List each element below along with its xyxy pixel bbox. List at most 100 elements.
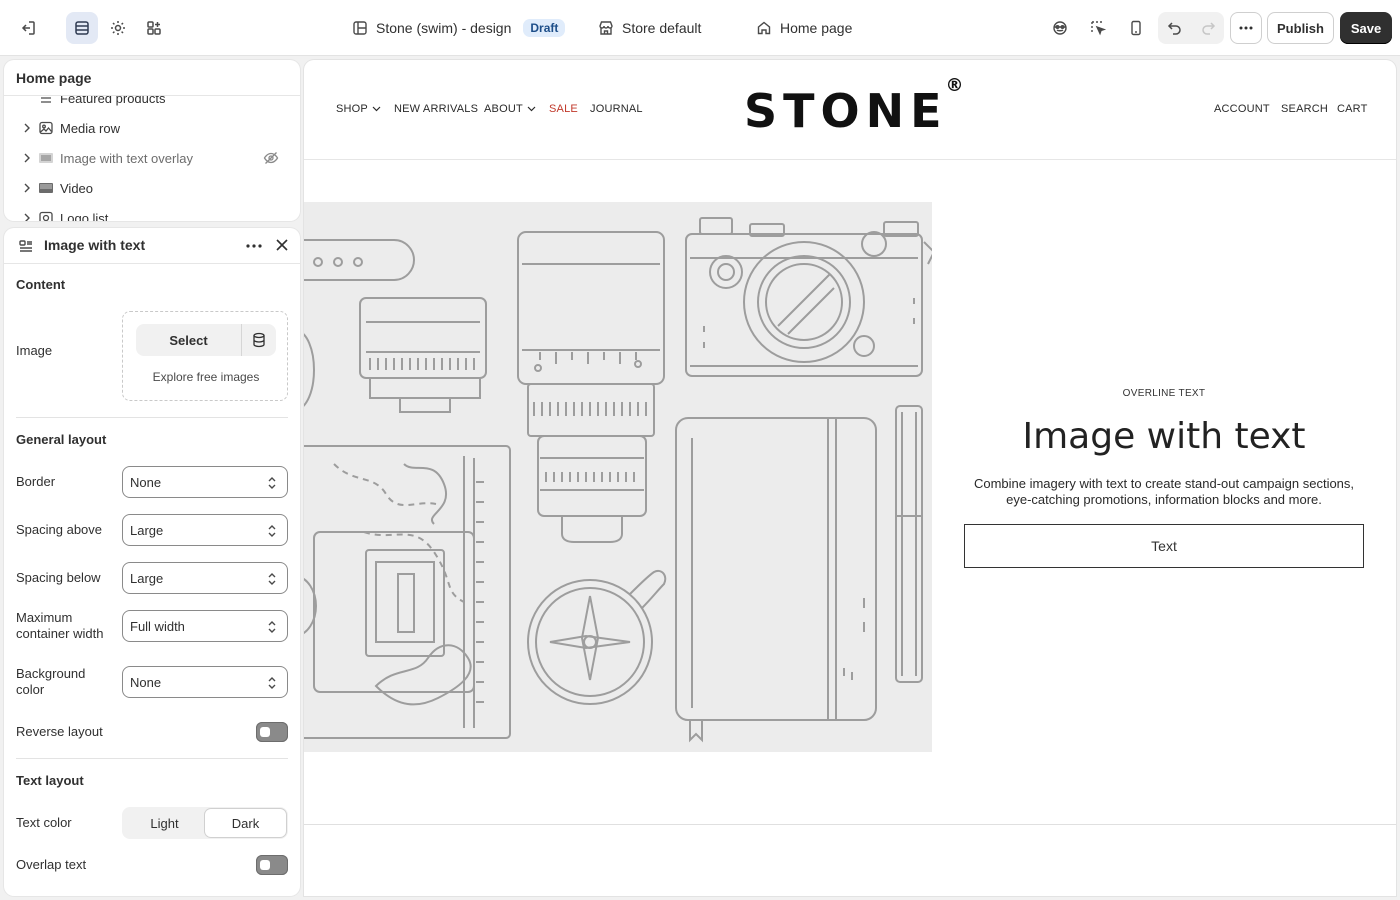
- background-color-value: None: [130, 674, 162, 690]
- chevron-right-icon[interactable]: [22, 182, 32, 194]
- sections-icon[interactable]: [66, 12, 98, 44]
- image-picker-buttons: Select: [136, 324, 276, 356]
- section-item-image-with-text-overlay[interactable]: Image with text overlay: [4, 143, 300, 173]
- max-width-value: Full width: [130, 618, 185, 634]
- divider: [16, 758, 288, 759]
- store-icon: [599, 21, 613, 35]
- video-thumbnail-icon: [39, 183, 53, 193]
- theme-name: Stone (swim) - design: [376, 20, 512, 36]
- close-icon[interactable]: [274, 237, 290, 253]
- border-label: Border: [16, 474, 56, 489]
- logo-text: STONE: [744, 84, 948, 138]
- section-item-label: Video: [60, 181, 94, 196]
- save-button[interactable]: Save: [1340, 12, 1392, 44]
- storefront-preview: SHOP NEW ARRIVALS ABOUT SALE JOURNAL STO…: [304, 60, 1396, 896]
- spacing-above-select[interactable]: Large: [122, 514, 288, 546]
- layout-icon: [353, 21, 367, 35]
- reverse-layout-label: Reverse layout: [16, 724, 103, 739]
- database-icon[interactable]: [242, 324, 276, 356]
- image-icon: [39, 121, 53, 135]
- nav-shop[interactable]: SHOP: [336, 103, 381, 115]
- select-arrows-icon: [268, 573, 276, 585]
- chevron-down-icon: [527, 106, 536, 112]
- max-width-select[interactable]: Full width: [122, 610, 288, 642]
- store-header: SHOP NEW ARRIVALS ABOUT SALE JOURNAL STO…: [304, 60, 1396, 160]
- nav-about[interactable]: ABOUT: [484, 103, 536, 115]
- nav-cart[interactable]: CART: [1337, 103, 1368, 115]
- section-item-logo-list[interactable]: Logo list: [4, 203, 300, 221]
- section-settings-panel: Image with text Content Image Select Exp…: [4, 228, 300, 896]
- apps-icon[interactable]: [138, 12, 170, 44]
- text-layout-heading: Text layout: [16, 773, 84, 788]
- max-width-label: Maximum container width: [16, 610, 104, 641]
- select-image-button[interactable]: Select: [136, 324, 242, 356]
- text-color-dark-option[interactable]: Dark: [205, 809, 286, 837]
- settings-title: Image with text: [44, 237, 146, 253]
- section-tree-panel: Home page Featured products Media row Im…: [4, 60, 300, 221]
- store-logo[interactable]: STONE®: [744, 75, 964, 138]
- store-label: Store default: [622, 20, 702, 36]
- chevron-right-icon[interactable]: [22, 212, 32, 221]
- exit-icon[interactable]: [12, 12, 44, 44]
- eye-hidden-icon[interactable]: [263, 150, 279, 166]
- list-icon: [41, 97, 51, 103]
- section-item-video[interactable]: Video: [4, 173, 300, 203]
- spacing-below-label: Spacing below: [16, 570, 101, 585]
- text-color-label: Text color: [16, 815, 72, 830]
- spacing-above-label: Spacing above: [16, 522, 103, 537]
- background-color-select[interactable]: None: [122, 666, 288, 698]
- publish-button[interactable]: Publish: [1267, 12, 1334, 44]
- spacing-below-select[interactable]: Large: [122, 562, 288, 594]
- page-selector[interactable]: Home page: [756, 0, 852, 56]
- section-item-label: Image with text overlay: [60, 151, 193, 166]
- spacing-above-value: Large: [130, 522, 164, 538]
- theme-selector[interactable]: Stone (swim) - design Draft: [352, 0, 566, 56]
- section-button[interactable]: Text: [964, 524, 1364, 568]
- nav-new-arrivals[interactable]: NEW ARRIVALS: [394, 103, 478, 115]
- section-item-featured-products[interactable]: Featured products: [4, 96, 300, 113]
- reverse-layout-toggle[interactable]: [256, 722, 288, 742]
- inspector-icon[interactable]: [1044, 12, 1076, 44]
- undo-icon[interactable]: [1158, 12, 1191, 44]
- section-list[interactable]: Featured products Media row Image with t…: [4, 96, 300, 221]
- thumbnail-icon: [39, 153, 53, 163]
- ellipsis-icon: [1239, 26, 1253, 30]
- explore-free-images-link[interactable]: Explore free images: [123, 370, 289, 384]
- home-icon: [757, 21, 771, 35]
- text-color-segmented: Light Dark: [122, 807, 288, 839]
- overlap-text-toggle[interactable]: [256, 855, 288, 875]
- select-element-icon[interactable]: [1082, 12, 1114, 44]
- nav-account[interactable]: ACCOUNT: [1214, 103, 1270, 115]
- border-select[interactable]: None: [122, 466, 288, 498]
- section-body-text: Combine imagery with text to create stan…: [973, 476, 1355, 507]
- section-item-label: Media row: [60, 121, 120, 136]
- select-arrows-icon: [268, 477, 276, 489]
- image-picker: Select Explore free images: [122, 311, 288, 401]
- nav-search[interactable]: SEARCH: [1281, 103, 1328, 115]
- redo-icon[interactable]: [1191, 12, 1224, 44]
- nav-about-label: ABOUT: [484, 103, 523, 115]
- section-item-media-row[interactable]: Media row: [4, 113, 300, 143]
- select-arrows-icon: [268, 621, 276, 633]
- more-actions-button[interactable]: [1230, 12, 1262, 44]
- general-layout-heading: General layout: [16, 432, 107, 447]
- nav-journal[interactable]: JOURNAL: [590, 103, 643, 115]
- chevron-right-icon[interactable]: [22, 122, 32, 134]
- store-selector[interactable]: Store default: [598, 0, 701, 56]
- gear-icon[interactable]: [102, 12, 134, 44]
- ellipsis-icon[interactable]: [244, 236, 264, 256]
- text-color-light-option[interactable]: Light: [124, 809, 205, 837]
- select-arrows-icon: [268, 525, 276, 537]
- section-tree-title: Home page: [4, 60, 300, 96]
- settings-header: Image with text: [4, 228, 300, 264]
- section-layout-icon: [19, 240, 32, 252]
- logo-list-icon: [39, 211, 53, 221]
- content-heading: Content: [16, 277, 66, 292]
- chevron-down-icon: [372, 106, 381, 112]
- registered-mark: ®: [945, 74, 964, 96]
- mobile-view-icon[interactable]: [1120, 12, 1152, 44]
- section-item-label: Featured products: [60, 96, 166, 106]
- nav-sale[interactable]: SALE: [549, 103, 578, 115]
- chevron-right-icon[interactable]: [22, 152, 32, 164]
- overlap-text-label: Overlap text: [16, 857, 87, 872]
